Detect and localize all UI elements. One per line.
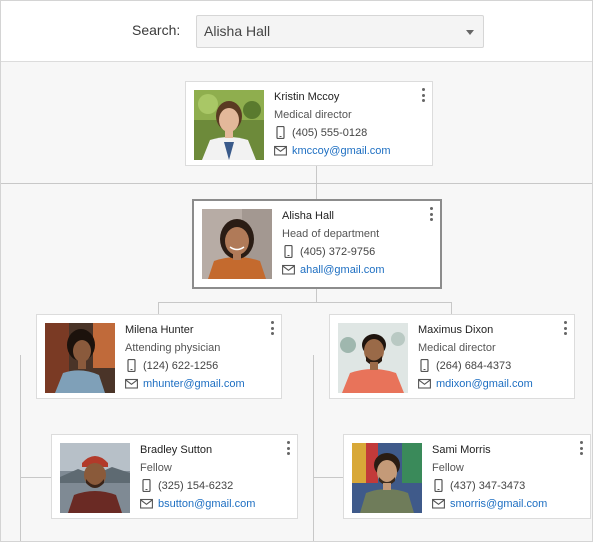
employee-title: Medical director xyxy=(274,109,352,121)
phone-icon xyxy=(127,359,136,372)
employee-name: Milena Hunter xyxy=(125,324,194,336)
connector-line xyxy=(20,355,21,541)
connector-line xyxy=(158,302,159,314)
more-vertical-icon[interactable] xyxy=(268,321,276,335)
employee-card[interactable]: Milena Hunter Attending physician (124) … xyxy=(36,314,282,399)
connector-line xyxy=(316,289,317,302)
phone-icon xyxy=(284,245,293,258)
employee-title: Medical director xyxy=(418,342,496,354)
phone-icon xyxy=(434,479,443,492)
phone-number: (405) 555-0128 xyxy=(292,126,368,139)
org-chart-canvas[interactable]: Kristin Mccoy Medical director (405) 555… xyxy=(1,62,592,541)
phone-row: (437) 347-3473 xyxy=(432,479,525,492)
mail-icon xyxy=(274,145,287,156)
more-vertical-icon[interactable] xyxy=(284,441,292,455)
employee-title: Head of department xyxy=(282,228,380,240)
more-vertical-icon[interactable] xyxy=(561,321,569,335)
avatar xyxy=(45,323,115,393)
employee-card[interactable]: Kristin Mccoy Medical director (405) 555… xyxy=(185,81,433,166)
email-row[interactable]: ahall@gmail.com xyxy=(282,263,385,276)
employee-name: Sami Morris xyxy=(432,444,491,456)
phone-icon xyxy=(142,479,151,492)
phone-icon xyxy=(420,359,429,372)
avatar xyxy=(60,443,130,513)
email-row[interactable]: mhunter@gmail.com xyxy=(125,377,245,390)
phone-number: (124) 622-1256 xyxy=(143,359,219,372)
employee-name: Bradley Sutton xyxy=(140,444,213,456)
employee-title: Fellow xyxy=(140,462,172,474)
org-chart-widget: Search: Alisha Hall Kristin Mccoy Medica… xyxy=(0,0,593,542)
more-vertical-icon[interactable] xyxy=(427,207,435,221)
employee-title: Attending physician xyxy=(125,342,221,354)
email-link[interactable]: smorris@gmail.com xyxy=(450,498,547,510)
connector-line xyxy=(158,302,452,303)
email-link[interactable]: bsutton@gmail.com xyxy=(158,498,255,510)
mail-icon xyxy=(125,378,138,389)
phone-number: (264) 684-4373 xyxy=(436,359,512,372)
phone-number: (405) 372-9756 xyxy=(300,245,376,258)
phone-row: (325) 154-6232 xyxy=(140,479,233,492)
avatar xyxy=(194,90,264,160)
phone-number: (437) 347-3473 xyxy=(450,479,526,492)
employee-card[interactable]: Maximus Dixon Medical director (264) 684… xyxy=(329,314,575,399)
connector-line xyxy=(313,355,314,541)
avatar xyxy=(202,209,272,279)
employee-card[interactable]: Sami Morris Fellow (437) 347-3473 smorri… xyxy=(343,434,591,519)
search-label: Search: xyxy=(132,22,181,38)
employee-name: Alisha Hall xyxy=(282,210,334,222)
mail-icon xyxy=(418,378,431,389)
connector-line xyxy=(313,477,343,478)
more-vertical-icon[interactable] xyxy=(577,441,585,455)
phone-row: (124) 622-1256 xyxy=(125,359,218,372)
connector-line xyxy=(316,165,317,199)
employee-card[interactable]: Bradley Sutton Fellow (325) 154-6232 bsu… xyxy=(51,434,298,519)
connector-line xyxy=(1,183,592,184)
employee-name: Maximus Dixon xyxy=(418,324,494,336)
email-row[interactable]: mdixon@gmail.com xyxy=(418,377,533,390)
mail-icon xyxy=(432,498,445,509)
employee-card-selected[interactable]: Alisha Hall Head of department (405) 372… xyxy=(192,199,442,289)
avatar xyxy=(338,323,408,393)
email-link[interactable]: ahall@gmail.com xyxy=(300,264,385,276)
connector-line xyxy=(451,302,452,314)
phone-number: (325) 154-6232 xyxy=(158,479,234,492)
mail-icon xyxy=(140,498,153,509)
employee-title: Fellow xyxy=(432,462,464,474)
email-row[interactable]: kmccoy@gmail.com xyxy=(274,144,391,157)
search-toolbar: Search: Alisha Hall xyxy=(1,1,592,62)
phone-row: (405) 372-9756 xyxy=(282,245,375,258)
email-row[interactable]: smorris@gmail.com xyxy=(432,497,547,510)
connector-line xyxy=(20,477,51,478)
phone-row: (405) 555-0128 xyxy=(274,126,367,139)
phone-icon xyxy=(276,126,285,139)
search-select[interactable]: Alisha Hall xyxy=(196,15,484,48)
search-select-value: Alisha Hall xyxy=(204,23,271,39)
more-vertical-icon[interactable] xyxy=(419,88,427,102)
mail-icon xyxy=(282,264,295,275)
email-row[interactable]: bsutton@gmail.com xyxy=(140,497,255,510)
employee-name: Kristin Mccoy xyxy=(274,91,340,103)
email-link[interactable]: mdixon@gmail.com xyxy=(436,378,533,390)
phone-row: (264) 684-4373 xyxy=(418,359,511,372)
chevron-down-icon[interactable] xyxy=(466,30,474,35)
email-link[interactable]: mhunter@gmail.com xyxy=(143,378,245,390)
email-link[interactable]: kmccoy@gmail.com xyxy=(292,145,391,157)
avatar xyxy=(352,443,422,513)
